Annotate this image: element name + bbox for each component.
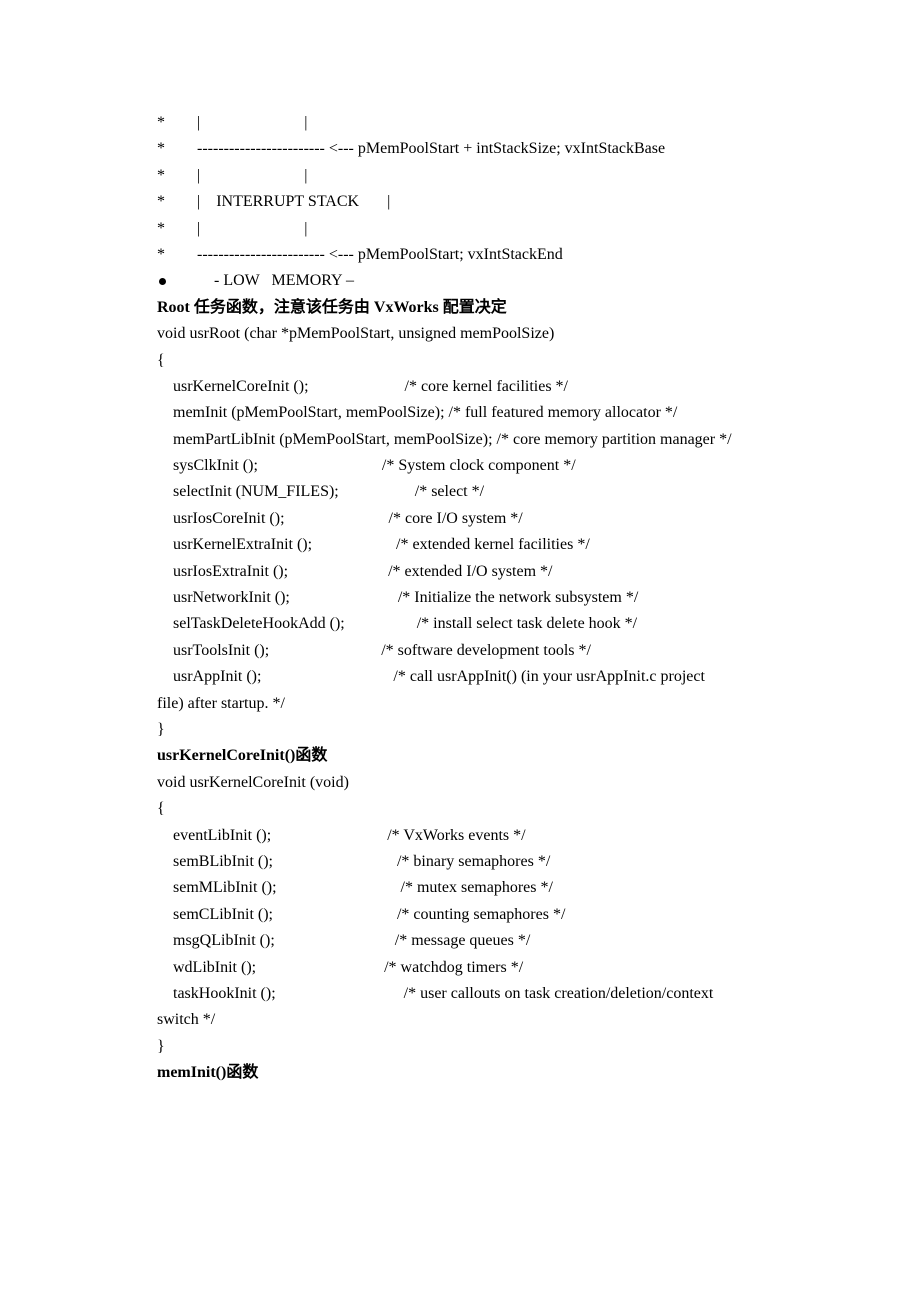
code-line: eventLibInit (); /* VxWorks events */ [157, 823, 765, 849]
diagram-line: * | | [157, 163, 765, 189]
code-line: usrKernelCoreInit (); /* core kernel fac… [157, 374, 765, 400]
heading-root-task: Root 任务函数，注意该任务由 VxWorks 配置决定 [157, 295, 765, 321]
code-line: sysClkInit (); /* System clock component… [157, 453, 765, 479]
code-line: semBLibInit (); /* binary semaphores */ [157, 849, 765, 875]
code-line: { [157, 348, 765, 374]
code-line: memInit (pMemPoolStart, memPoolSize); /*… [157, 400, 765, 426]
document-page: * | | * ------------------------ <--- pM… [0, 0, 920, 1302]
code-line: usrIosCoreInit (); /* core I/O system */ [157, 506, 765, 532]
diagram-line: * ------------------------ <--- pMemPool… [157, 136, 765, 162]
code-line: wdLibInit (); /* watchdog timers */ [157, 955, 765, 981]
code-line: usrIosExtraInit (); /* extended I/O syst… [157, 559, 765, 585]
code-line: } [157, 717, 765, 743]
low-memory-line: - LOW MEMORY – [157, 268, 765, 294]
low-memory-text: - LOW MEMORY – [214, 268, 354, 294]
code-line: { [157, 796, 765, 822]
code-line: } [157, 1034, 765, 1060]
code-line: void usrRoot (char *pMemPoolStart, unsig… [157, 321, 765, 347]
code-line: selTaskDeleteHookAdd (); /* install sele… [157, 611, 765, 637]
code-line: usrKernelExtraInit (); /* extended kerne… [157, 532, 765, 558]
heading-usrkernelcoreinit: usrKernelCoreInit()函数 [157, 743, 765, 769]
code-line: memPartLibInit (pMemPoolStart, memPoolSi… [157, 427, 765, 453]
code-line: taskHookInit (); /* user callouts on tas… [157, 981, 765, 1007]
code-line: semCLibInit (); /* counting semaphores *… [157, 902, 765, 928]
bullet-icon [159, 278, 166, 285]
code-line: usrToolsInit (); /* software development… [157, 638, 765, 664]
code-line: usrAppInit (); /* call usrAppInit() (in … [157, 664, 765, 690]
diagram-line: * ------------------------ <--- pMemPool… [157, 242, 765, 268]
diagram-line: * | INTERRUPT STACK | [157, 189, 765, 215]
code-line: msgQLibInit (); /* message queues */ [157, 928, 765, 954]
diagram-line: * | | [157, 110, 765, 136]
code-line: file) after startup. */ [157, 691, 765, 717]
heading-meminit: memInit()函数 [157, 1060, 765, 1086]
code-line: switch */ [157, 1007, 765, 1033]
code-line: selectInit (NUM_FILES); /* select */ [157, 479, 765, 505]
diagram-line: * | | [157, 216, 765, 242]
code-line: usrNetworkInit (); /* Initialize the net… [157, 585, 765, 611]
code-line: void usrKernelCoreInit (void) [157, 770, 765, 796]
code-line: semMLibInit (); /* mutex semaphores */ [157, 875, 765, 901]
